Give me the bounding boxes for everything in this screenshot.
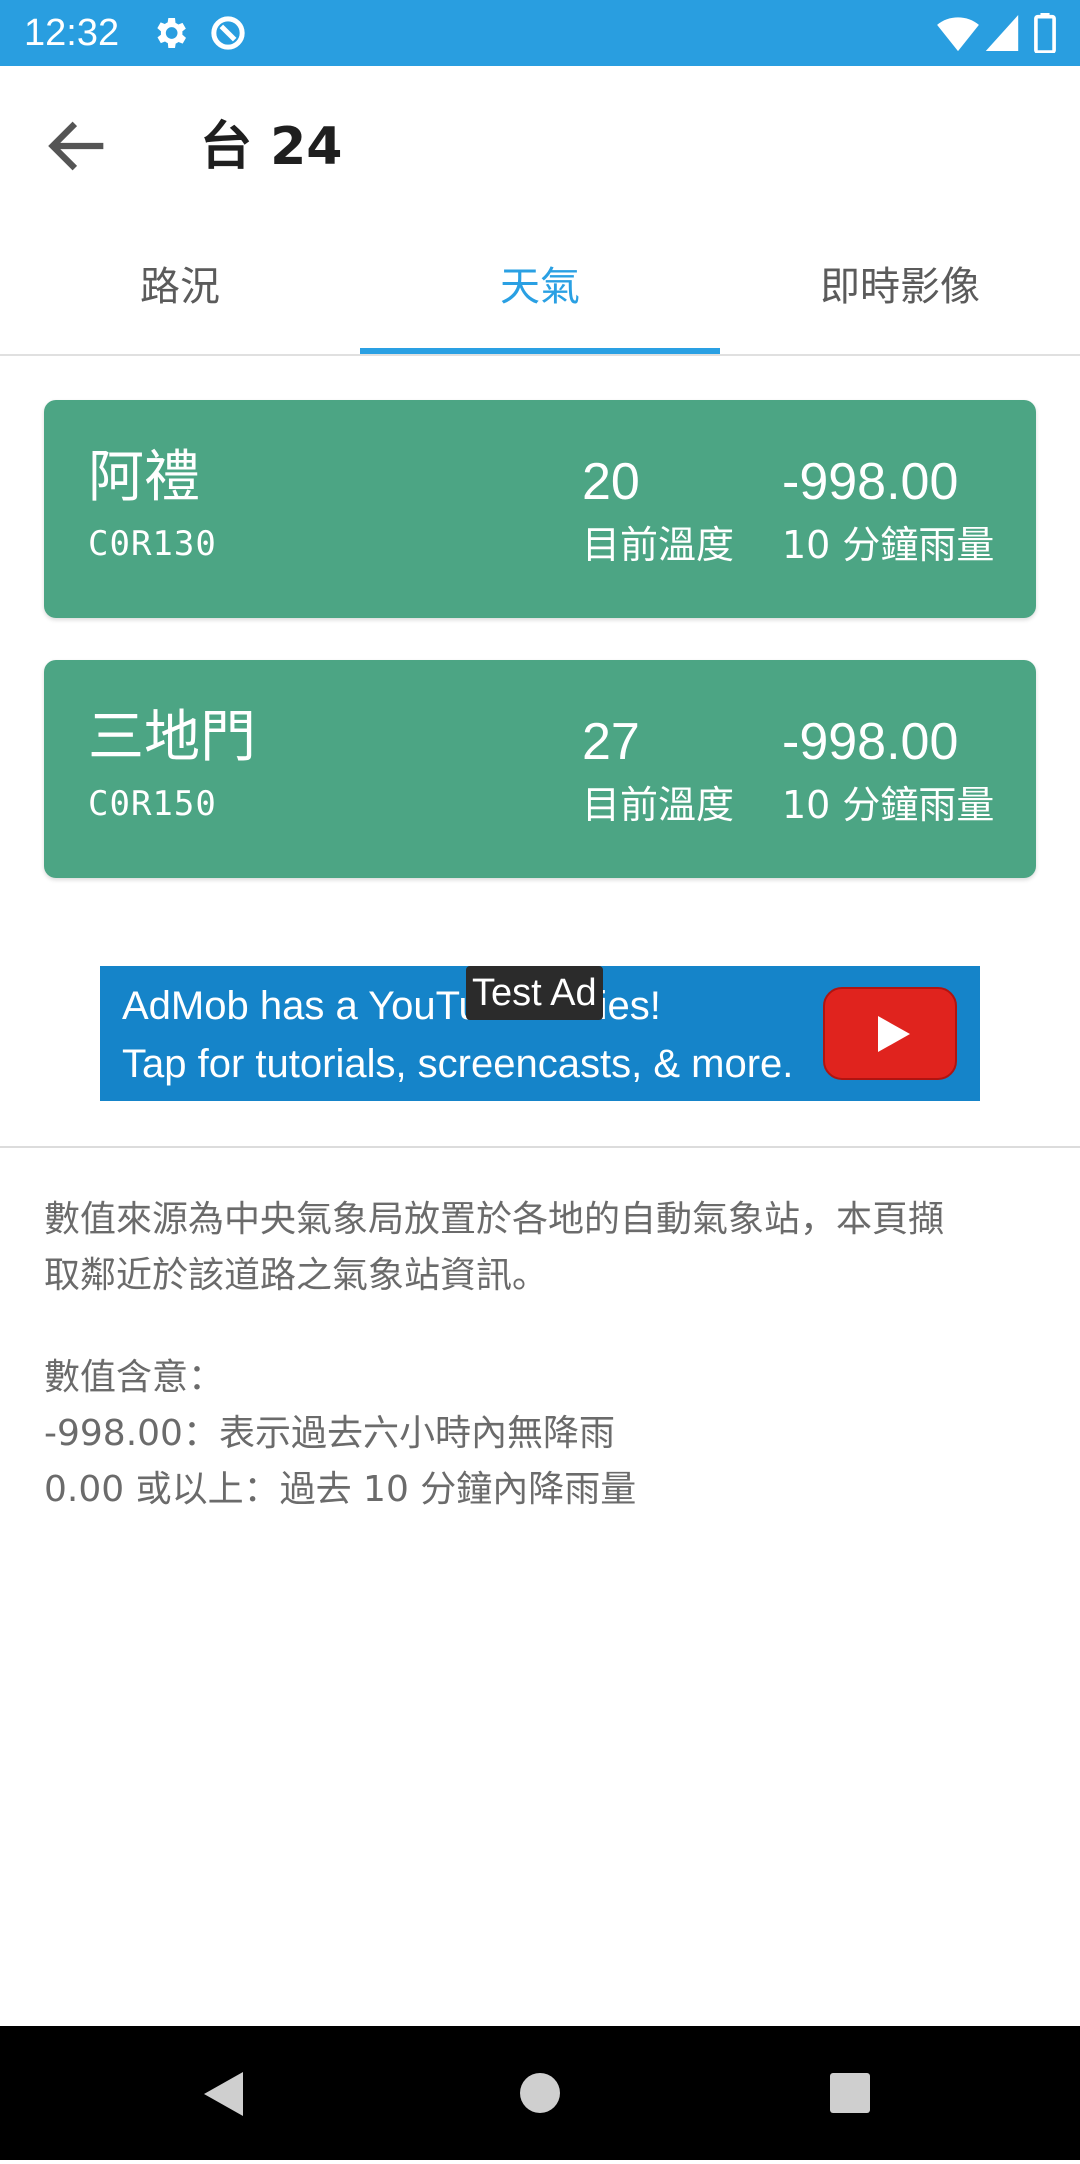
meaning-line: 0.00 或以上：過去 10 分鐘內降雨量	[44, 1469, 637, 1510]
system-nav-bar	[0, 2026, 1080, 2160]
tab-traffic[interactable]: 路況	[0, 226, 360, 354]
home-circle-icon[interactable]	[460, 2026, 620, 2160]
recents-square-icon[interactable]	[770, 2026, 930, 2160]
signal-icon	[985, 15, 1019, 51]
nav-recents-button[interactable]	[770, 2026, 930, 2160]
station-id: C0R130	[88, 524, 217, 564]
info-line: 取鄰近於該道路之氣象站資訊。	[44, 1255, 549, 1296]
youtube-play-icon[interactable]	[822, 986, 958, 1081]
tab-bar: 路況 天氣 即時影像	[0, 226, 1080, 356]
nav-home-button[interactable]	[460, 2026, 620, 2160]
status-bar: 12:32	[0, 0, 1080, 66]
tab-weather[interactable]: 天氣	[360, 226, 720, 354]
info-paragraph: 數值來源為中央氣象局放置於各地的自動氣象站，本頁擷 取鄰近於該道路之氣象站資訊。	[44, 1192, 1036, 1304]
divider	[0, 1146, 1080, 1148]
arrow-back-icon[interactable]	[40, 108, 116, 184]
wifi-icon	[937, 17, 979, 52]
app-bar: 台 24	[0, 66, 1080, 226]
temperature-value: 27	[582, 713, 640, 771]
temperature-label: 目前溫度	[582, 783, 735, 827]
rain-label: 10 分鐘雨量	[782, 783, 995, 827]
status-time: 12:32	[24, 12, 120, 54]
station-id: C0R150	[88, 784, 217, 824]
back-triangle-icon[interactable]	[146, 2026, 306, 2160]
info-line: 數值來源為中央氣象局放置於各地的自動氣象站，本頁擷	[44, 1199, 945, 1240]
page-title: 台 24	[200, 117, 343, 177]
meaning-line: -998.00：表示過去六小時內無降雨	[44, 1413, 615, 1454]
station-name: 三地門	[88, 705, 256, 770]
test-ad-badge: Test Ad	[466, 966, 603, 1020]
tab-live-camera[interactable]: 即時影像	[720, 226, 1080, 354]
station-name: 阿禮	[88, 445, 200, 510]
value-meaning: 數值含意： -998.00：表示過去六小時內無降雨 0.00 或以上：過去 10…	[44, 1350, 1036, 1518]
meaning-title: 數值含意：	[44, 1357, 225, 1398]
tab-indicator	[360, 348, 720, 354]
rain-value: -998.00	[782, 713, 959, 771]
temperature-value: 20	[582, 453, 640, 511]
settings-icon	[157, 18, 186, 48]
station-card[interactable]: 阿禮 C0R130 20 目前溫度 -998.00 10 分鐘雨量	[44, 400, 1036, 618]
rain-label: 10 分鐘雨量	[782, 523, 995, 567]
data-saver-icon	[211, 16, 245, 50]
ad-line-2: Tap for tutorials, screencasts, & more.	[122, 1042, 794, 1086]
nav-back-button[interactable]	[146, 2026, 306, 2160]
back-button[interactable]	[40, 108, 116, 184]
station-card[interactable]: 三地門 C0R150 27 目前溫度 -998.00 10 分鐘雨量	[44, 660, 1036, 878]
rain-value: -998.00	[782, 453, 959, 511]
battery-icon	[1034, 13, 1056, 53]
temperature-label: 目前溫度	[582, 523, 735, 567]
